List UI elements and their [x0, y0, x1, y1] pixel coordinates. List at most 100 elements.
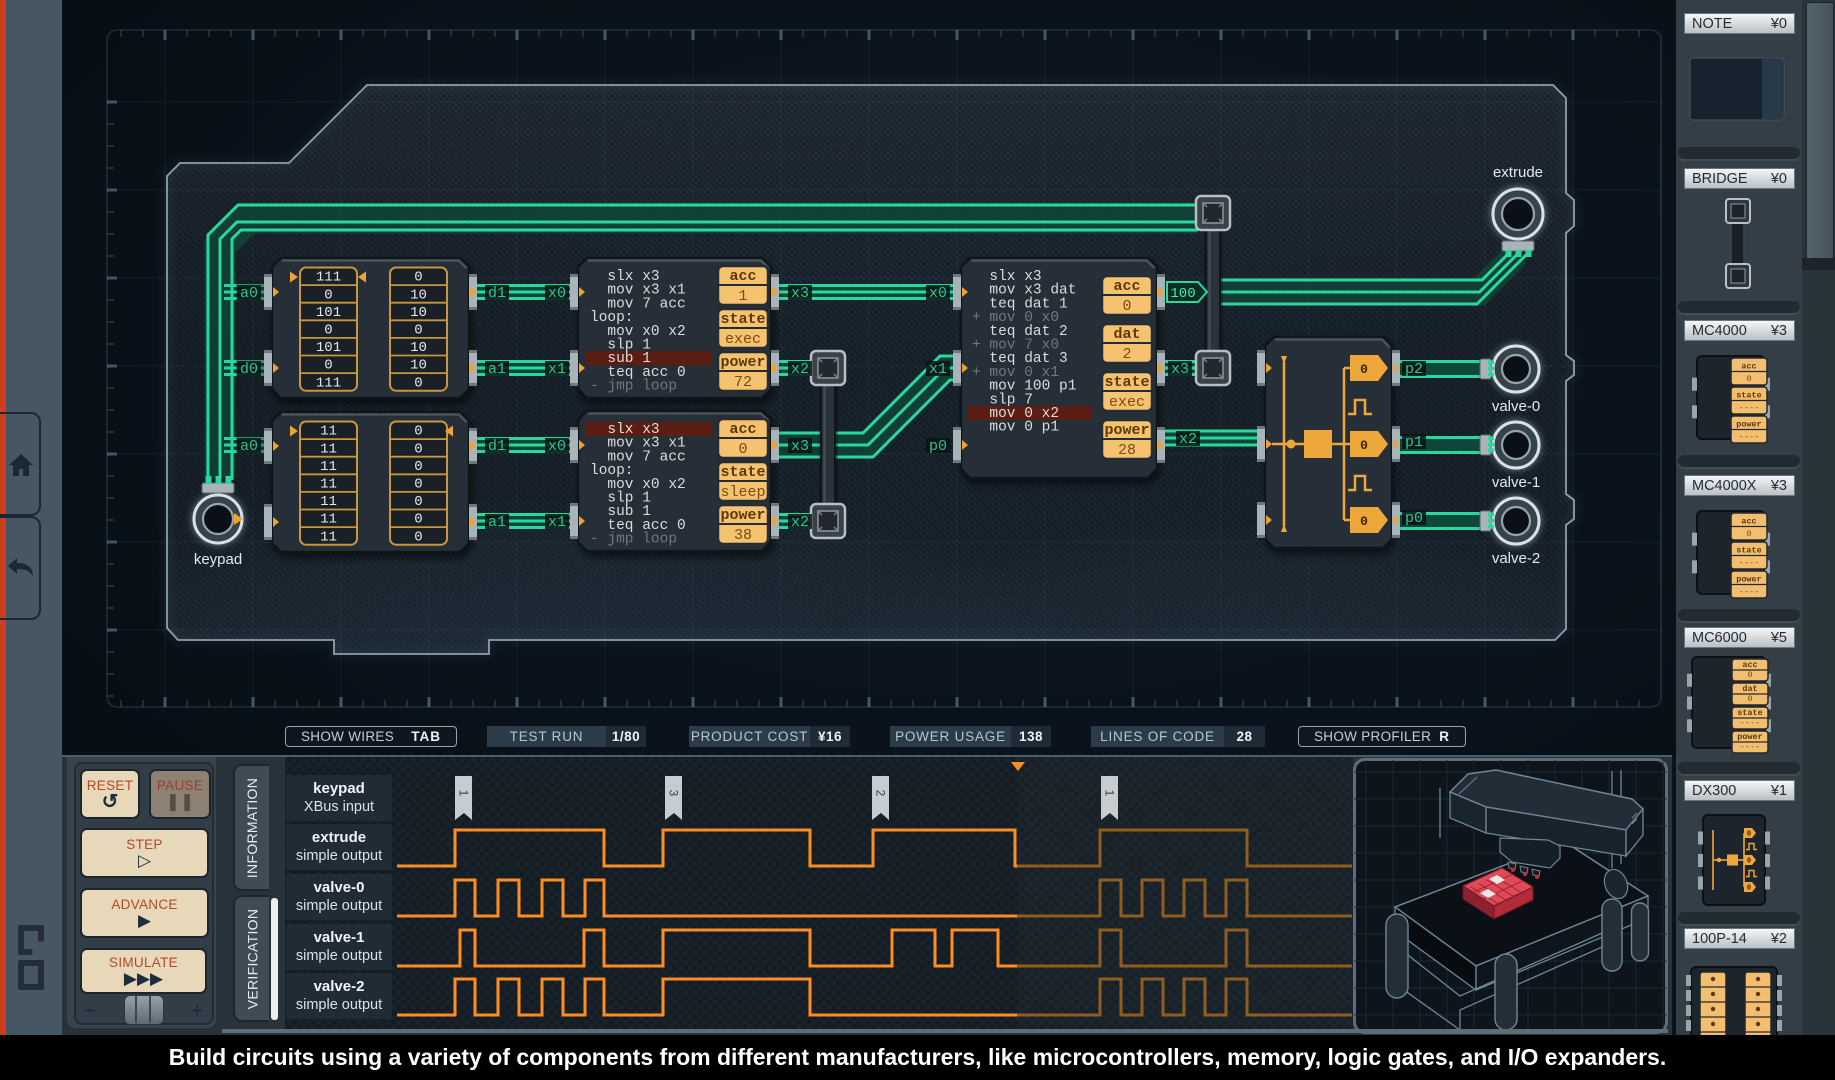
- svg-text:p1: p1: [1405, 434, 1423, 451]
- svg-text:state: state: [1736, 546, 1762, 556]
- svg-text:exec: exec: [1109, 394, 1145, 411]
- svg-text:acc: acc: [729, 268, 756, 285]
- svg-text:11: 11: [320, 494, 337, 510]
- svg-text:11: 11: [320, 441, 337, 457]
- svg-text:dat: dat: [1113, 326, 1140, 343]
- svg-text:power: power: [1737, 732, 1763, 742]
- svg-text:0: 0: [1747, 694, 1752, 704]
- svg-text:d1: d1: [488, 285, 506, 302]
- svg-text:1: 1: [1103, 790, 1117, 797]
- svg-text:sleep: sleep: [720, 484, 765, 501]
- svg-text:----: ----: [1740, 742, 1760, 752]
- svg-text:acc: acc: [1741, 362, 1756, 372]
- svg-text:10: 10: [410, 340, 427, 356]
- svg-text:0: 0: [324, 287, 332, 303]
- svg-text:11: 11: [320, 459, 337, 475]
- svg-text:0: 0: [414, 494, 422, 510]
- svg-text:x0: x0: [548, 285, 566, 302]
- svg-text:0: 0: [1360, 514, 1368, 529]
- svg-text:0: 0: [414, 323, 422, 339]
- svg-text:p2: p2: [1405, 361, 1423, 378]
- svg-text:exec: exec: [725, 331, 761, 348]
- svg-text:power: power: [720, 507, 765, 524]
- svg-text:x1: x1: [548, 514, 566, 531]
- svg-text:state: state: [720, 464, 765, 481]
- svg-text:x2: x2: [791, 361, 809, 378]
- svg-text:p0: p0: [929, 438, 947, 455]
- svg-text:10: 10: [410, 287, 427, 303]
- svg-text:10: 10: [410, 305, 427, 321]
- svg-text:11: 11: [320, 477, 337, 493]
- svg-text:----: ----: [1740, 718, 1760, 728]
- svg-text:11: 11: [320, 529, 337, 545]
- svg-text:p0: p0: [1405, 510, 1423, 527]
- svg-text:a1: a1: [488, 514, 506, 531]
- svg-text:x2: x2: [1179, 431, 1197, 448]
- svg-text:0: 0: [414, 512, 422, 528]
- svg-text:1: 1: [457, 790, 471, 797]
- svg-text:2: 2: [1122, 346, 1131, 363]
- svg-text:valve-2: valve-2: [1492, 550, 1540, 567]
- svg-text:valve-1: valve-1: [1492, 474, 1540, 491]
- svg-text:x3: x3: [791, 285, 809, 302]
- svg-text:0: 0: [1746, 529, 1751, 539]
- svg-text:10: 10: [410, 358, 427, 374]
- svg-text:11: 11: [320, 512, 337, 528]
- svg-text:111: 111: [316, 375, 341, 391]
- svg-text:0: 0: [1746, 374, 1751, 384]
- svg-text:0: 0: [1122, 298, 1131, 315]
- svg-text:a0: a0: [240, 285, 258, 302]
- svg-text:72: 72: [734, 374, 752, 391]
- svg-text:power: power: [1736, 420, 1762, 430]
- svg-text:----: ----: [1739, 432, 1759, 442]
- svg-text:- jmp loop: - jmp loop: [590, 532, 677, 548]
- svg-text:----: ----: [1739, 403, 1759, 413]
- svg-text:d0: d0: [240, 361, 258, 378]
- svg-text:acc: acc: [1742, 660, 1757, 670]
- svg-text:0: 0: [1747, 885, 1751, 893]
- svg-text:x3: x3: [791, 438, 809, 455]
- svg-text:x2: x2: [791, 514, 809, 531]
- svg-text:0: 0: [1360, 438, 1368, 453]
- svg-text:0: 0: [414, 459, 422, 475]
- svg-text:x1: x1: [929, 361, 947, 378]
- svg-text:0: 0: [1747, 858, 1751, 866]
- svg-text:mov 0 p1: mov 0 p1: [972, 420, 1059, 436]
- svg-text:111: 111: [316, 270, 341, 286]
- svg-text:valve-0: valve-0: [1492, 398, 1540, 415]
- svg-text:x3: x3: [1171, 361, 1189, 378]
- svg-text:x0: x0: [929, 285, 947, 302]
- svg-text:keypad: keypad: [194, 551, 242, 568]
- svg-text:a0: a0: [240, 438, 258, 455]
- svg-text:0: 0: [414, 477, 422, 493]
- svg-text:0: 0: [324, 358, 332, 374]
- svg-text:acc: acc: [729, 421, 756, 438]
- svg-text:28: 28: [1118, 442, 1136, 459]
- svg-text:power: power: [720, 354, 765, 371]
- svg-text:power: power: [1736, 575, 1762, 585]
- svg-text:101: 101: [316, 305, 341, 321]
- svg-text:power: power: [1104, 422, 1149, 439]
- svg-text:0: 0: [1747, 670, 1752, 680]
- svg-text:----: ----: [1739, 587, 1759, 597]
- svg-text:x1: x1: [548, 361, 566, 378]
- svg-text:100: 100: [1170, 286, 1195, 302]
- svg-text:state: state: [720, 311, 765, 328]
- svg-text:0: 0: [414, 270, 422, 286]
- svg-text:state: state: [1104, 374, 1149, 391]
- svg-text:extrude: extrude: [1493, 164, 1543, 181]
- svg-text:1: 1: [738, 288, 747, 305]
- svg-text:38: 38: [734, 527, 752, 544]
- svg-text:3: 3: [667, 790, 681, 797]
- svg-text:2: 2: [874, 790, 888, 797]
- svg-text:acc: acc: [1741, 517, 1756, 527]
- svg-text:----: ----: [1739, 558, 1759, 568]
- svg-text:state: state: [1737, 708, 1763, 718]
- svg-text:0: 0: [414, 441, 422, 457]
- svg-text:0: 0: [1360, 362, 1368, 377]
- svg-text:0: 0: [414, 529, 422, 545]
- svg-text:x0: x0: [548, 438, 566, 455]
- svg-text:d1: d1: [488, 438, 506, 455]
- svg-text:11: 11: [320, 424, 337, 440]
- svg-text:state: state: [1736, 391, 1762, 401]
